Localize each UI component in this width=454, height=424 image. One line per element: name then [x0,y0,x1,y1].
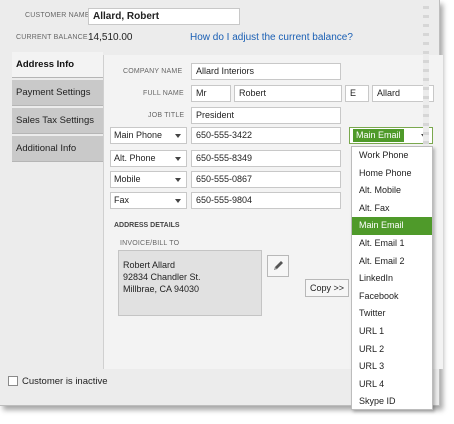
dropdown-option[interactable]: Alt. Email 1 [352,235,432,253]
edit-address-button[interactable] [267,255,289,277]
email-type-select[interactable]: Main Email [349,127,433,144]
first-name-field[interactable]: Robert [234,85,342,102]
dropdown-option[interactable]: URL 4 [352,376,432,394]
dropdown-option[interactable]: URL 3 [352,358,432,376]
email-type-dropdown: Work Phone Home Phone Alt. Mobile Alt. F… [351,146,433,410]
dropdown-option[interactable]: Skype ID [352,393,432,411]
dropdown-option[interactable]: URL 1 [352,323,432,341]
contact-type-select-3[interactable]: Mobile [110,171,187,188]
contact-type-select-2[interactable]: Alt. Phone [110,150,187,167]
current-balance-label: CURRENT BALANCE [16,34,88,41]
dropdown-option-selected[interactable]: Main Email [352,217,432,235]
dropdown-option[interactable]: Facebook [352,288,432,306]
middle-initial-field[interactable]: E [345,85,369,102]
job-title-field[interactable]: President [191,107,341,124]
dropdown-option[interactable]: Twitter [352,305,432,323]
bill-to-address-box[interactable]: Robert Allard 92834 Chandler St. Millbra… [118,250,262,316]
full-name-label: FULL NAME [143,90,184,97]
tab-address-info[interactable]: Address Info [12,52,103,78]
job-title-label: JOB TITLE [148,112,185,119]
invoice-bill-to-label: INVOICE/BILL TO [120,240,180,247]
dropdown-option[interactable]: URL 2 [352,341,432,359]
tab-payment-settings[interactable]: Payment Settings [12,80,103,106]
contact-type-label: Alt. Phone [114,153,156,163]
contact-type-select-4[interactable]: Fax [110,192,187,209]
dropdown-option[interactable]: Work Phone [352,147,432,165]
chevron-down-icon [175,157,181,161]
dropdown-option[interactable]: Alt. Email 2 [352,253,432,271]
company-name-label: COMPANY NAME [123,68,183,75]
customer-inactive-label: Customer is inactive [22,376,108,387]
address-details-label: ADDRESS DETAILS [114,222,180,229]
contact-type-label: Fax [114,195,130,205]
alt-phone-field[interactable]: 650-555-8349 [191,150,341,167]
company-name-field[interactable]: Allard Interiors [191,63,341,80]
customer-name-field[interactable]: Allard, Robert [88,8,240,25]
address-line-2: 92834 Chandler St. [123,272,201,282]
chevron-down-icon [175,134,181,138]
contact-type-label: Main Phone [114,130,163,140]
customer-name-label: CUSTOMER NAME [25,12,90,19]
dropdown-option[interactable]: LinkedIn [352,270,432,288]
copy-address-button[interactable]: Copy >> [305,279,349,297]
pencil-icon [274,261,283,270]
contact-type-label: Mobile [114,174,141,184]
current-balance-value: 14,510.00 [88,32,133,43]
dropdown-option[interactable]: Home Phone [352,165,432,183]
address-line-1: Robert Allard [123,260,176,270]
contact-type-select-1[interactable]: Main Phone [110,127,187,144]
chevron-down-icon [175,178,181,182]
dropdown-option[interactable]: Alt. Fax [352,200,432,218]
mobile-field[interactable]: 650-555-0867 [191,171,341,188]
customer-inactive-checkbox[interactable] [8,376,18,386]
address-line-3: Millbrae, CA 94030 [123,284,200,294]
tab-additional-info[interactable]: Additional Info [12,136,103,162]
fax-field[interactable]: 650-555-9804 [191,192,341,209]
salutation-field[interactable]: Mr [191,85,231,102]
email-type-selected: Main Email [353,129,404,142]
edit-customer-window: CUSTOMER NAME Allard, Robert CURRENT BAL… [0,0,443,410]
adjust-balance-link[interactable]: How do I adjust the current balance? [190,32,353,43]
tab-sales-tax-settings[interactable]: Sales Tax Settings [12,108,103,134]
main-phone-field[interactable]: 650-555-3422 [191,127,341,144]
chevron-down-icon [175,199,181,203]
dropdown-option[interactable]: Alt. Mobile [352,182,432,200]
